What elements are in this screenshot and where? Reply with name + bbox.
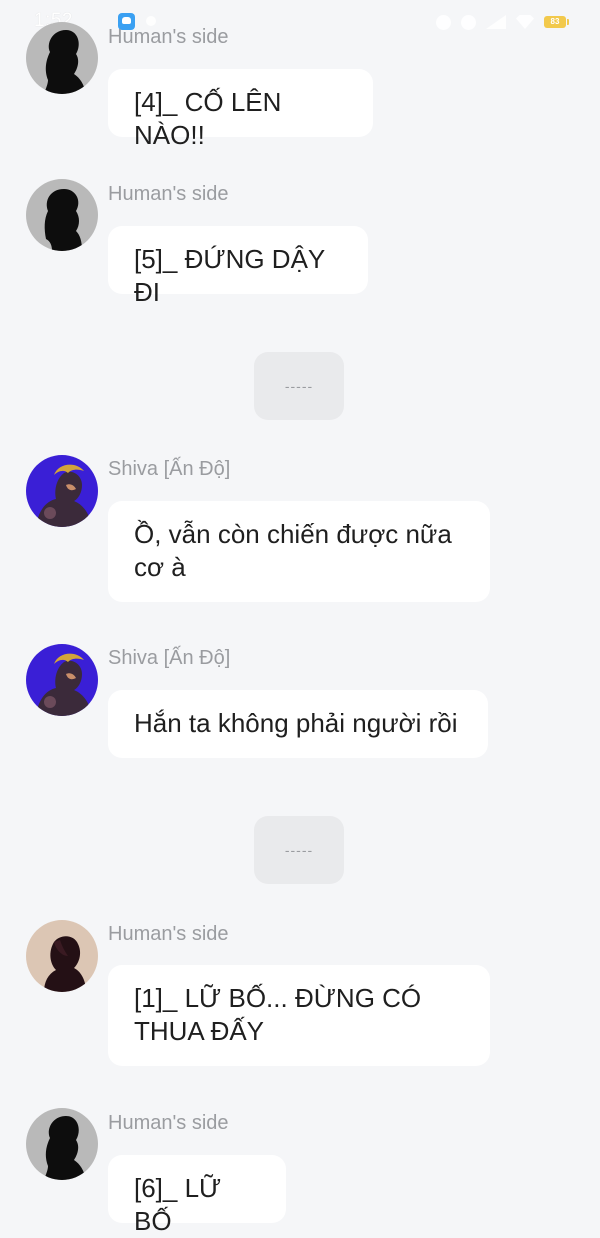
message-bubble[interactable]: Ồ, vẫn còn chiến được nữa cơ à [108,501,490,602]
wifi-icon [516,15,534,29]
sender-name: Human's side [108,1112,229,1134]
message-bubble[interactable]: [6]_ LỮ BỐ [108,1155,286,1236]
status-icons: 83 [436,12,569,32]
sender-name: Human's side [108,183,229,205]
message-bubble[interactable]: Hắn ta không phải người rồi [108,690,488,758]
sender-name: Human's side [108,923,229,945]
message-bubble[interactable]: [1]_ LỮ BỐ... ĐỪNG CÓ THUA ĐẤY [108,965,490,1066]
silhouette-gray-icon[interactable] [26,179,98,251]
sender-name: Human's side [108,26,229,48]
dnd-icon [461,14,476,30]
battery-icon: 83 [544,16,569,28]
silhouette-beige-icon[interactable] [26,920,98,992]
scene-separator: ----- [254,816,344,884]
alarm-icon [436,14,451,30]
scene-separator: ----- [254,352,344,420]
signal-icon [486,15,506,29]
message-bubble[interactable]: [4]_ CỐ LÊN NÀO!! [108,69,373,150]
shiva-portrait-icon[interactable] [26,455,98,527]
silhouette-gray-icon[interactable] [26,22,98,94]
sender-name: Shiva [Ấn Độ] [108,647,231,669]
shiva-portrait-icon[interactable] [26,644,98,716]
sender-name: Shiva [Ấn Độ] [108,458,231,480]
silhouette-gray-icon[interactable] [26,1108,98,1180]
message-bubble[interactable]: [5]_ ĐỨNG DẬY ĐI [108,226,368,307]
